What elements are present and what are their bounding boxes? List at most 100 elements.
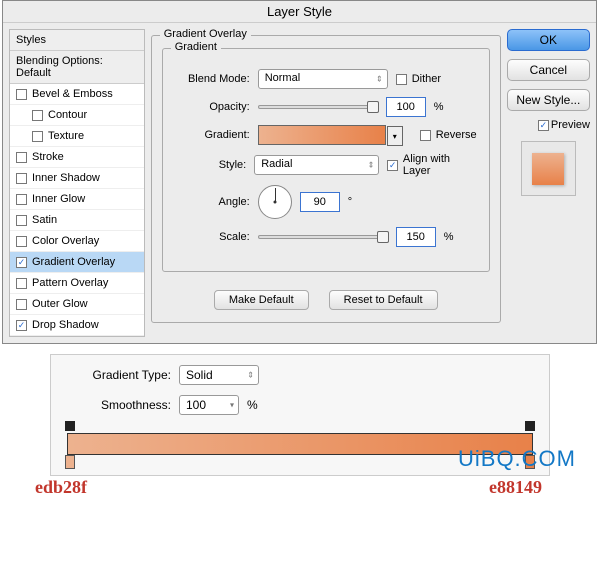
- checkbox-icon: [538, 120, 549, 131]
- sidebar-item-label: Satin: [32, 214, 57, 226]
- sidebar-item-label: Texture: [48, 130, 84, 142]
- checkbox-icon[interactable]: [16, 89, 27, 100]
- dialog-title: Layer Style: [3, 1, 596, 23]
- sidebar-item-outer-glow[interactable]: Outer Glow: [10, 294, 144, 315]
- checkbox-icon[interactable]: [16, 299, 27, 310]
- checkbox-icon[interactable]: [32, 110, 43, 121]
- sidebar-item-color-overlay[interactable]: Color Overlay: [10, 231, 144, 252]
- gradient-inner-group: Gradient Blend Mode: Normal ⇕ Dither: [162, 48, 490, 272]
- scale-input[interactable]: [396, 227, 436, 247]
- checkbox-icon[interactable]: [16, 257, 27, 268]
- watermark-text: UiBQ.COM: [458, 446, 576, 472]
- angle-unit: °: [348, 196, 352, 208]
- sidebar-header-blending[interactable]: Blending Options: Default: [10, 51, 144, 84]
- gradient-type-value: Solid: [186, 368, 213, 382]
- blend-mode-select[interactable]: Normal ⇕: [258, 69, 388, 89]
- checkbox-icon[interactable]: [16, 152, 27, 163]
- dither-checkbox[interactable]: Dither: [396, 73, 441, 85]
- sidebar-item-label: Color Overlay: [32, 235, 99, 247]
- percent-label: %: [247, 398, 258, 412]
- sidebar-item-label: Inner Glow: [32, 193, 85, 205]
- checkbox-icon[interactable]: [16, 278, 27, 289]
- sidebar-item-label: Contour: [48, 109, 87, 121]
- inner-group-title: Gradient: [171, 41, 221, 53]
- opacity-input[interactable]: [386, 97, 426, 117]
- preview-checkbox[interactable]: Preview: [507, 119, 590, 131]
- reverse-label: Reverse: [436, 129, 477, 141]
- styles-sidebar: Styles Blending Options: Default Bevel &…: [9, 29, 145, 337]
- hex-right-label: e88149: [489, 477, 542, 498]
- checkbox-icon: [396, 74, 407, 85]
- gradient-swatch[interactable]: ▾: [258, 125, 386, 145]
- percent-label: %: [444, 231, 454, 243]
- group-title: Gradient Overlay: [160, 28, 251, 40]
- opacity-slider[interactable]: [258, 105, 378, 109]
- sidebar-item-label: Stroke: [32, 151, 64, 163]
- sidebar-item-pattern-overlay[interactable]: Pattern Overlay: [10, 273, 144, 294]
- sidebar-item-inner-glow[interactable]: Inner Glow: [10, 189, 144, 210]
- checkbox-icon: [387, 160, 398, 171]
- blend-mode-label: Blend Mode:: [175, 73, 250, 85]
- sidebar-header-styles[interactable]: Styles: [10, 30, 144, 51]
- opacity-label: Opacity:: [175, 101, 250, 113]
- right-button-panel: OK Cancel New Style... Preview: [507, 29, 590, 337]
- align-label: Align with Layer: [403, 153, 477, 177]
- angle-input[interactable]: [300, 192, 340, 212]
- chevron-updown-icon: ⇕: [247, 371, 254, 380]
- make-default-button[interactable]: Make Default: [214, 290, 309, 310]
- smoothness-value: 100: [186, 398, 206, 412]
- opacity-stop-right[interactable]: [525, 421, 535, 431]
- color-stop-left[interactable]: [65, 455, 75, 469]
- layer-style-dialog: Layer Style Styles Blending Options: Def…: [2, 0, 597, 344]
- gradient-dropdown-icon[interactable]: ▾: [387, 126, 403, 146]
- smoothness-input[interactable]: 100 ▾: [179, 395, 239, 415]
- sidebar-item-label: Inner Shadow: [32, 172, 100, 184]
- angle-center-icon: [273, 201, 276, 204]
- checkbox-icon[interactable]: [16, 194, 27, 205]
- checkbox-icon[interactable]: [16, 236, 27, 247]
- style-value: Radial: [261, 158, 292, 170]
- gradient-type-select[interactable]: Solid ⇕: [179, 365, 259, 385]
- dialog-body: Styles Blending Options: Default Bevel &…: [3, 23, 596, 343]
- sidebar-item-texture[interactable]: Texture: [10, 126, 144, 147]
- reset-default-button[interactable]: Reset to Default: [329, 290, 438, 310]
- gradient-type-label: Gradient Type:: [61, 368, 171, 382]
- new-style-button[interactable]: New Style...: [507, 89, 590, 111]
- sidebar-item-label: Bevel & Emboss: [32, 88, 113, 100]
- preview-swatch: [521, 141, 576, 196]
- checkbox-icon[interactable]: [16, 173, 27, 184]
- checkbox-icon[interactable]: [16, 320, 27, 331]
- gradient-label: Gradient:: [175, 129, 250, 141]
- sidebar-item-label: Pattern Overlay: [32, 277, 108, 289]
- preview-label: Preview: [551, 119, 590, 131]
- cancel-button[interactable]: Cancel: [507, 59, 590, 81]
- smoothness-label: Smoothness:: [61, 398, 171, 412]
- blend-mode-value: Normal: [265, 72, 300, 84]
- scale-label: Scale:: [175, 231, 250, 243]
- hex-left-label: edb28f: [35, 477, 87, 498]
- ok-button[interactable]: OK: [507, 29, 590, 51]
- chevron-updown-icon: ⇕: [376, 75, 383, 84]
- style-select[interactable]: Radial ⇕: [254, 155, 379, 175]
- slider-thumb-icon[interactable]: [377, 231, 389, 243]
- checkbox-icon: [420, 130, 431, 141]
- reverse-checkbox[interactable]: Reverse: [420, 129, 477, 141]
- sidebar-item-gradient-overlay[interactable]: Gradient Overlay: [10, 252, 144, 273]
- scale-slider[interactable]: [258, 235, 388, 239]
- checkbox-icon[interactable]: [16, 215, 27, 226]
- sidebar-item-contour[interactable]: Contour: [10, 105, 144, 126]
- sidebar-item-label: Drop Shadow: [32, 319, 99, 331]
- align-checkbox[interactable]: Align with Layer: [387, 153, 476, 177]
- slider-thumb-icon[interactable]: [367, 101, 379, 113]
- sidebar-item-label: Gradient Overlay: [32, 256, 115, 268]
- sidebar-item-satin[interactable]: Satin: [10, 210, 144, 231]
- sidebar-item-drop-shadow[interactable]: Drop Shadow: [10, 315, 144, 336]
- sidebar-item-inner-shadow[interactable]: Inner Shadow: [10, 168, 144, 189]
- angle-dial[interactable]: [258, 185, 292, 219]
- checkbox-icon[interactable]: [32, 131, 43, 142]
- opacity-stop-left[interactable]: [65, 421, 75, 431]
- sidebar-item-stroke[interactable]: Stroke: [10, 147, 144, 168]
- preview-gradient-icon: [532, 153, 564, 185]
- sidebar-item-bevel-emboss[interactable]: Bevel & Emboss: [10, 84, 144, 105]
- style-label: Style:: [175, 159, 247, 171]
